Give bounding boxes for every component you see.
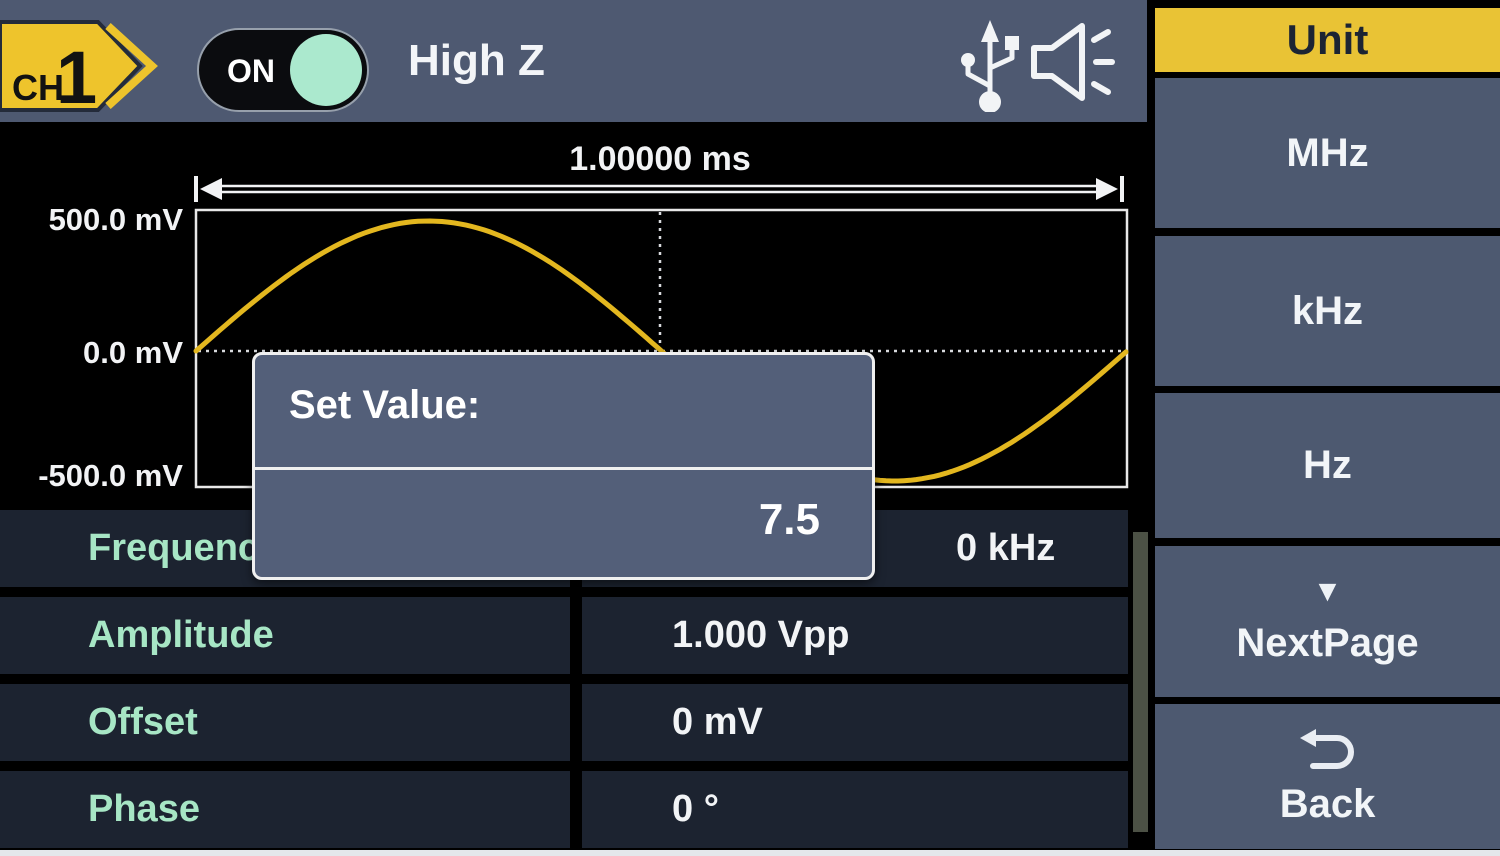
param-value: 0 mV	[672, 701, 763, 744]
output-toggle-label: ON	[227, 53, 275, 90]
param-row-amplitude[interactable]: Amplitude 1.000 Vpp	[0, 597, 1128, 674]
sidebar-title: Unit	[1155, 8, 1500, 72]
param-label: Amplitude	[88, 614, 274, 657]
unit-button-mhz[interactable]: MHz	[1155, 78, 1500, 228]
set-value-dialog: Set Value: 7.5	[252, 352, 875, 580]
return-arrow-icon	[1297, 726, 1359, 774]
unit-button-label: Hz	[1303, 443, 1352, 488]
dialog-divider	[255, 467, 872, 470]
channel-badge: CH 1	[0, 10, 170, 122]
param-label: Phase	[88, 788, 200, 831]
channel-header-bar: CH 1 ON High Z	[0, 0, 1147, 122]
param-row-phase[interactable]: Phase 0 °	[0, 771, 1128, 848]
toggle-knob-icon	[290, 34, 362, 106]
back-button[interactable]: Back	[1155, 704, 1500, 849]
param-row-offset[interactable]: Offset 0 mV	[0, 684, 1128, 761]
param-value: 1.000 Vpp	[672, 614, 849, 657]
unit-button-khz[interactable]: kHz	[1155, 236, 1500, 386]
next-page-label: NextPage	[1236, 621, 1418, 666]
param-label: Offset	[88, 701, 198, 744]
scrollbar[interactable]	[1133, 532, 1148, 832]
down-triangle-icon: ▼	[1313, 577, 1343, 607]
speaker-icon	[1030, 22, 1120, 102]
screen-bottom-edge	[0, 850, 1500, 856]
value-entry-field[interactable]: 7.5	[759, 495, 820, 545]
next-page-button[interactable]: ▼ NextPage	[1155, 546, 1500, 697]
dialog-title: Set Value:	[289, 383, 480, 428]
unit-button-hz[interactable]: Hz	[1155, 393, 1500, 538]
usb-icon	[958, 16, 1022, 112]
back-label: Back	[1280, 782, 1376, 827]
output-toggle[interactable]: ON	[197, 28, 369, 112]
unit-button-label: kHz	[1292, 289, 1363, 334]
channel-number: 1	[56, 36, 97, 119]
impedance-label: High Z	[408, 36, 545, 86]
param-value: 0 °	[672, 788, 719, 831]
period-dimension-line	[194, 176, 1124, 202]
unit-button-label: MHz	[1286, 131, 1368, 176]
